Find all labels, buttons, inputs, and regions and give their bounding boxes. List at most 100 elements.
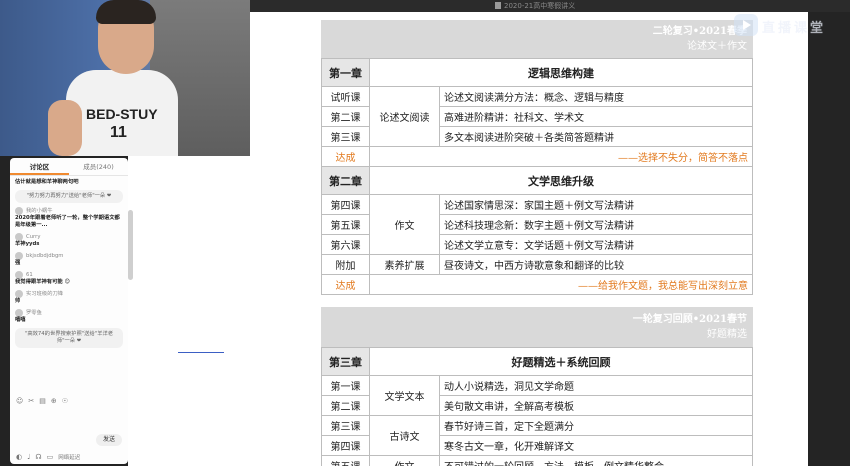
send-button[interactable]: 发送	[96, 434, 122, 446]
avatar	[15, 252, 23, 260]
lesson-number: 第三课	[321, 415, 370, 436]
lesson-topic: 多文本阅读进阶突破＋各类简答题精讲	[439, 126, 753, 147]
screen: 2020-21高中寒假讲义 精度；表示程度¶命题方法：填题阅读方法：¶1、把握全…	[0, 0, 850, 466]
chat-message: 实习班级的刀锋帅	[15, 290, 123, 305]
chat-bottom-bar: ◐ ♩ ☊ ▭ 网络延迟	[10, 450, 128, 464]
username-text: bkjsdbdjdbgm	[26, 252, 64, 259]
chat-toolbar: ☺ ✂ ▤ ⊕ ☉	[10, 394, 128, 408]
scissors-icon[interactable]: ✂	[28, 397, 34, 405]
lesson-row: 第三课 古诗文 春节好诗三首，定下全题满分	[321, 415, 753, 456]
lesson-number: 第二课	[321, 106, 370, 127]
lesson-category: 古诗文	[369, 415, 440, 456]
teacher-hair	[96, 0, 156, 24]
lesson-number: 附加	[321, 254, 370, 275]
lesson-row: 第一课 文学文本 动人小说精选，洞见文学命题	[321, 375, 753, 416]
chat-text: 我觉得跟羊神有可能 😊	[15, 279, 71, 285]
lesson-row: 试听课 论述文阅读 论述文阅读满分方法：概念、逻辑与精度	[321, 86, 753, 147]
camera-icon[interactable]: ☉	[62, 397, 68, 405]
gift-notice: "高效74的世界搜索护照"送给"羊洋老师"一朵 ❤	[15, 328, 123, 348]
lesson-row: 附加 素养扩展 昼夜诗文，中西方诗歌意象和翻译的比较	[321, 254, 753, 275]
right-edge-panel	[808, 12, 850, 466]
lesson-topic: 美句散文串讲，全解高考模板	[439, 395, 753, 416]
chat-username: 罗零鱼	[15, 309, 123, 317]
chat-tabs: 讨论区 成员(240)	[10, 158, 128, 176]
lesson-number: 第三课	[321, 126, 370, 147]
lesson-topic: 高难进阶精讲：社科文、学术文	[439, 106, 753, 127]
chat-panel: 讨论区 成员(240) 估计就是想和羊神聊两句吧 "努力努力再努力"送给"老师"一…	[10, 158, 128, 464]
username-text: 罗零鱼	[26, 309, 42, 316]
goal-label: 达成	[321, 146, 370, 167]
chat-message: bkjsdbdjdbgm 强	[15, 252, 123, 267]
chat-message: 我的小蜗牛 2020年跟着老师听了一轮，整个学期语文都是年级第一...	[15, 207, 123, 229]
screen-icon[interactable]: ▭	[47, 453, 54, 461]
lesson-topic: 论述文阅读满分方法：概念、逻辑与精度	[439, 86, 753, 107]
lesson-topic: 寒冬古文一章，化开难解译文	[439, 435, 753, 456]
banner-spring-review: 二轮复习•2021春季 论述文＋作文	[321, 20, 753, 58]
goal-text: ——给我作文题，我总能写出深刻立意	[369, 274, 753, 295]
document-title: 2020-21高中寒假讲义	[495, 1, 575, 11]
lesson-number: 第五课	[321, 214, 370, 235]
lesson-topic: 论述文学立意专：文学话题＋例文写法精讲	[439, 234, 753, 255]
username-text: Curry	[26, 233, 41, 240]
goal-row: 达成 ——选择不失分，简答不落点	[321, 146, 753, 167]
chat-username: 实习班级的刀锋	[15, 290, 123, 298]
lesson-topic: 昼夜诗文，中西方诗歌意象和翻译的比较	[439, 254, 753, 275]
avatar	[15, 271, 23, 279]
teacher-webcam[interactable]: BED-STUY 11	[0, 0, 250, 156]
chat-message: 61 我觉得跟羊神有可能 😊	[15, 271, 123, 286]
chapter-number: 第一章	[321, 58, 370, 87]
chapter-row: 第一章 逻辑思维构建	[321, 58, 753, 87]
tab-discussion[interactable]: 讨论区	[10, 158, 69, 175]
gift-notice: "努力努力再努力"送给"老师"一朵 ❤	[15, 190, 123, 203]
chat-text: 2020年跟着老师听了一轮，整个学期语文都是年级第一...	[15, 215, 120, 228]
username-text: 61	[26, 271, 33, 278]
emoji-icon[interactable]: ☺	[16, 397, 23, 405]
banner-review: 一轮复习回顾•2021春节 好题精选	[321, 307, 753, 347]
lesson-topic: 动人小说精选，洞见文学命题	[439, 375, 753, 396]
lesson-number: 第一课	[321, 375, 370, 396]
chapter-title: 好题精选＋系统回顾	[369, 347, 753, 376]
username-text: 我的小蜗牛	[26, 207, 53, 214]
image-icon[interactable]: ▤	[39, 397, 46, 405]
lesson-topic: 不可错过的一轮回顾、方法、模板、例文精华整合	[439, 455, 753, 466]
avatar	[15, 309, 23, 317]
chat-message: "努力努力再努力"送给"老师"一朵 ❤	[15, 190, 123, 203]
lesson-topic: 论述科技理念新：数字主题＋例文写法精讲	[439, 214, 753, 235]
chapter-row: 第二章 文学思维升级	[321, 166, 753, 195]
chat-username: Curry	[15, 233, 123, 241]
add-icon[interactable]: ⊕	[51, 397, 57, 405]
lesson-number: 第六课	[321, 234, 370, 255]
chat-text: 嘻嘻	[15, 317, 26, 323]
headphone-icon[interactable]: ☊	[35, 453, 41, 461]
chat-text: 估计就是想和羊神聊两句吧	[15, 179, 79, 185]
lesson-number: 第五课	[321, 455, 370, 466]
goal-row: 达成 ——给我作文题，我总能写出深刻立意	[321, 274, 753, 295]
brightness-icon[interactable]: ◐	[16, 453, 22, 461]
chat-scrollbar[interactable]	[128, 210, 133, 280]
window-title-bar: 2020-21高中寒假讲义	[250, 0, 850, 12]
chapter-number: 第二章	[321, 166, 370, 195]
chapter-number: 第三章	[321, 347, 370, 376]
lesson-category: 文学文本	[369, 375, 440, 416]
lesson-number: 第四课	[321, 194, 370, 215]
lesson-number: 试听课	[321, 86, 370, 107]
music-icon[interactable]: ♩	[27, 453, 30, 461]
lesson-topic: 春节好诗三首，定下全题满分	[439, 415, 753, 436]
lesson-category: 作文	[369, 455, 440, 466]
schedule-table-part2: 第三章 好题精选＋系统回顾 第一课 文学文本 动人小说精选，洞见文学命题 第二课…	[321, 347, 753, 466]
chat-text: 帅	[15, 298, 21, 304]
goal-label: 达成	[321, 274, 370, 295]
shirt-print: BED-STUY	[86, 106, 158, 122]
document-underline	[178, 352, 224, 353]
watermark-text: 直播课堂	[762, 21, 827, 36]
live-watermark: 直播课堂	[734, 12, 844, 38]
chapter-row: 第三章 好题精选＋系统回顾	[321, 347, 753, 376]
chapter-title: 逻辑思维构建	[369, 58, 753, 87]
chat-text: 羊神yyds	[15, 241, 40, 247]
tab-members[interactable]: 成员(240)	[69, 158, 128, 175]
lesson-row: 第四课 作文 论述国家情思深：家国主题＋例文写法精讲	[321, 194, 753, 255]
shirt-number: 11	[110, 124, 127, 141]
lesson-category: 作文	[369, 194, 440, 255]
avatar	[15, 233, 23, 241]
chat-username: 我的小蜗牛	[15, 207, 123, 215]
